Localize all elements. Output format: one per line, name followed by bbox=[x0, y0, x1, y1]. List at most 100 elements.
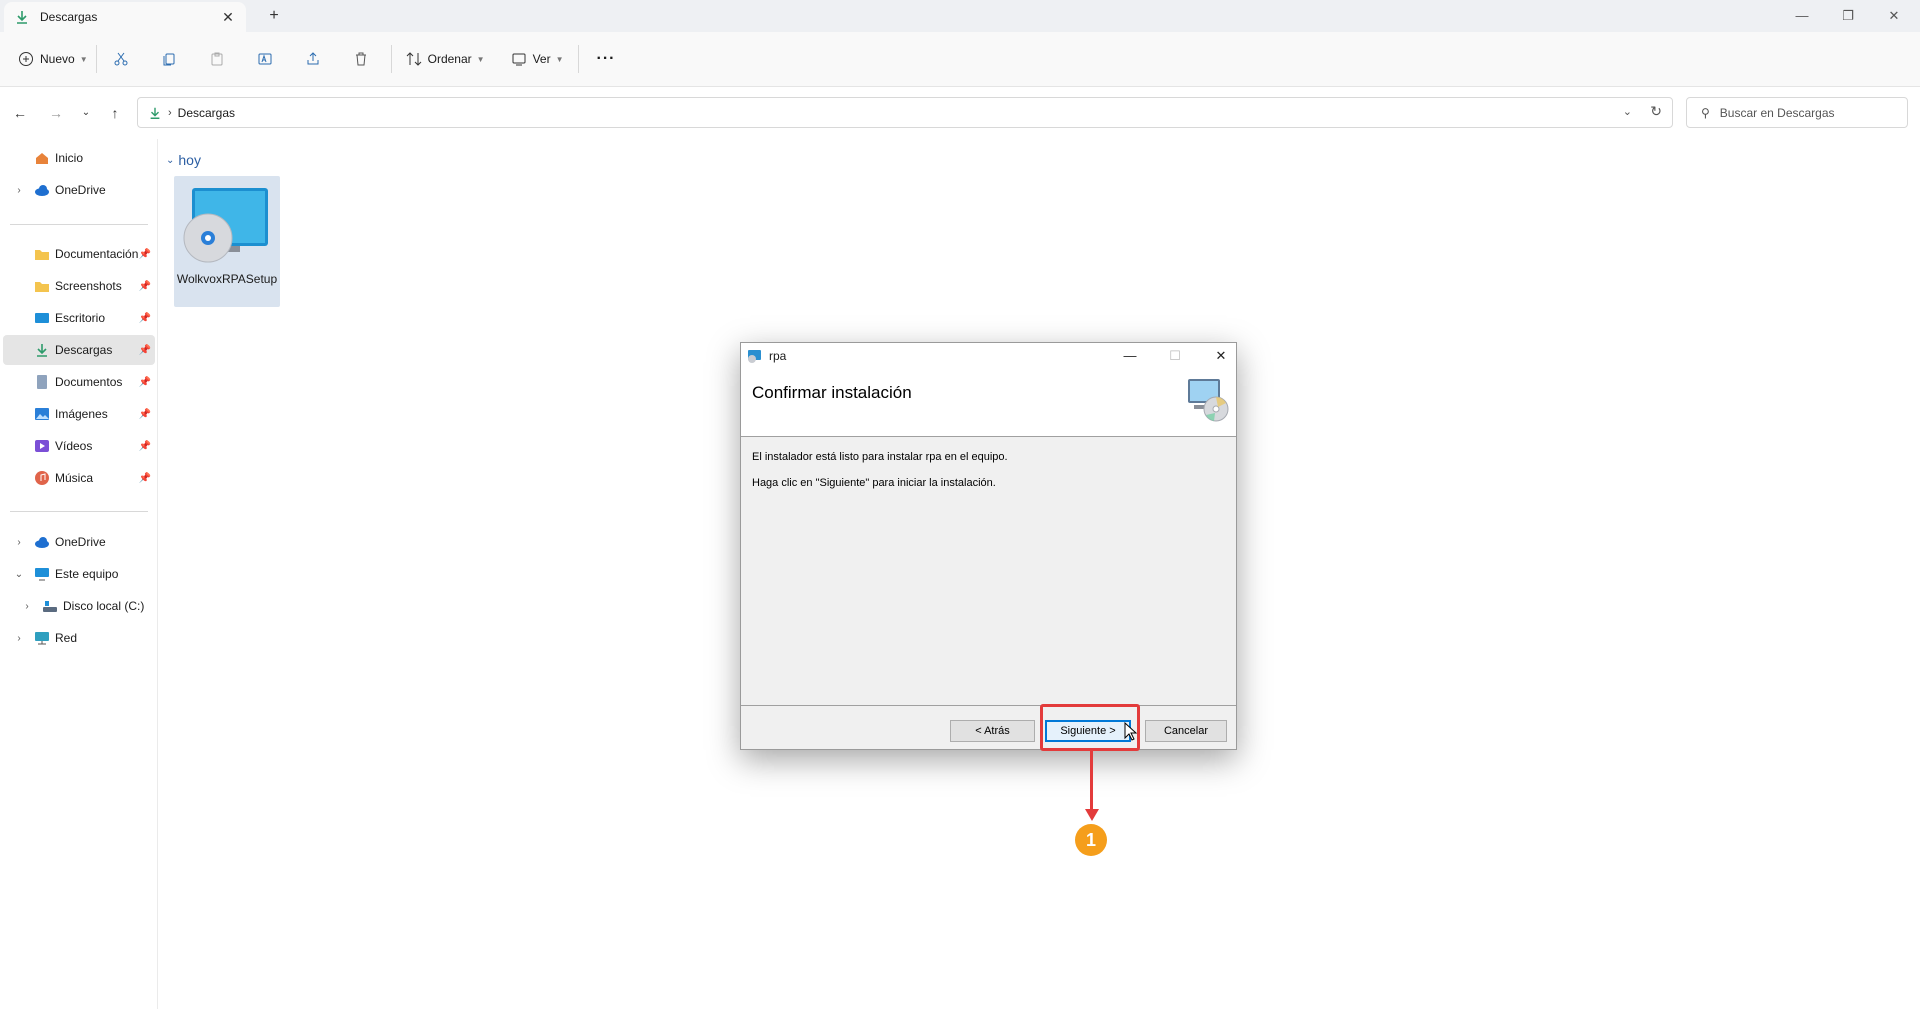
minimize-icon[interactable]: — bbox=[1792, 6, 1812, 26]
sidebar-item-label: Red bbox=[55, 631, 78, 645]
cut-icon[interactable] bbox=[105, 43, 137, 75]
dialog-body: El instalador está listo para instalar r… bbox=[741, 438, 1236, 705]
breadcrumb-separator-icon: › bbox=[168, 106, 172, 119]
pin-icon[interactable]: 📌 bbox=[139, 377, 151, 388]
pin-icon[interactable]: 📌 bbox=[139, 345, 151, 356]
sidebar-item-onedrive[interactable]: › OneDrive bbox=[3, 175, 155, 205]
chevron-down-icon: ▼ bbox=[555, 54, 564, 64]
drive-icon bbox=[43, 601, 57, 612]
breadcrumb-descargas[interactable]: Descargas bbox=[178, 106, 235, 120]
chevron-right-icon[interactable]: › bbox=[21, 601, 33, 612]
sidebar-item-escritorio[interactable]: Escritorio 📌 bbox=[3, 303, 155, 333]
recent-chevron-down-icon[interactable]: ⌄ bbox=[76, 103, 96, 123]
sidebar-item-red[interactable]: › Red bbox=[3, 623, 155, 653]
refresh-icon[interactable]: ↻ bbox=[1650, 103, 1662, 120]
paste-icon[interactable] bbox=[201, 43, 233, 75]
rename-icon[interactable] bbox=[249, 43, 281, 75]
chevron-right-icon[interactable]: › bbox=[13, 633, 25, 644]
sidebar-item-videos[interactable]: Vídeos 📌 bbox=[3, 431, 155, 461]
view-icon bbox=[512, 53, 526, 66]
window-titlebar: Descargas ✕ + — ❐ ✕ bbox=[0, 0, 1920, 32]
sidebar-item-este-equipo[interactable]: ⌄ Este equipo bbox=[3, 559, 155, 589]
restore-icon[interactable]: ❐ bbox=[1838, 6, 1858, 26]
sidebar-item-label: Descargas bbox=[55, 343, 113, 357]
group-header-today[interactable]: ⌄ hoy bbox=[166, 152, 201, 168]
copy-icon[interactable] bbox=[153, 43, 185, 75]
pin-icon[interactable]: 📌 bbox=[139, 249, 151, 260]
tab-descargas[interactable]: Descargas ✕ bbox=[4, 2, 246, 32]
navigation-row: ← → ⌄ ↑ › Descargas ⌄ ↻ ⚲ Buscar en Desc… bbox=[0, 87, 1920, 139]
annotation-arrow bbox=[1090, 751, 1093, 811]
chevron-right-icon[interactable]: › bbox=[13, 185, 25, 196]
forward-arrow-icon[interactable]: → bbox=[46, 103, 66, 123]
view-button[interactable]: Ver ▼ bbox=[511, 43, 564, 75]
computer-disc-icon bbox=[1188, 379, 1229, 422]
maximize-icon[interactable]: ☐ bbox=[1165, 346, 1185, 366]
close-tab-icon[interactable]: ✕ bbox=[220, 9, 236, 25]
download-icon bbox=[150, 107, 160, 119]
sidebar-item-documentacion[interactable]: Documentación 📌 bbox=[3, 239, 155, 269]
pin-icon[interactable]: 📌 bbox=[139, 281, 151, 292]
sidebar-item-label: OneDrive bbox=[55, 535, 106, 549]
network-icon bbox=[35, 632, 49, 645]
sidebar-divider bbox=[10, 511, 148, 512]
new-tab-button[interactable]: + bbox=[264, 6, 284, 26]
search-input[interactable]: ⚲ Buscar en Descargas bbox=[1686, 97, 1908, 128]
address-bar[interactable]: › Descargas ⌄ ↻ bbox=[137, 97, 1673, 128]
sidebar-item-screenshots[interactable]: Screenshots 📌 bbox=[3, 271, 155, 301]
back-button[interactable]: < Atrás bbox=[950, 720, 1035, 742]
download-icon bbox=[17, 11, 27, 24]
back-arrow-icon[interactable]: ← bbox=[10, 103, 30, 123]
sidebar-item-label: Disco local (C:) bbox=[63, 599, 145, 613]
sidebar-item-label: Este equipo bbox=[55, 567, 119, 581]
search-placeholder: Buscar en Descargas bbox=[1719, 105, 1835, 120]
minimize-icon[interactable]: — bbox=[1120, 346, 1140, 366]
up-arrow-icon[interactable]: ↑ bbox=[105, 103, 125, 123]
step-number-badge: 1 bbox=[1075, 824, 1107, 856]
sidebar-item-onedrive-2[interactable]: › OneDrive bbox=[3, 527, 155, 557]
delete-icon[interactable] bbox=[345, 43, 377, 75]
sort-button[interactable]: Ordenar ▼ bbox=[406, 43, 485, 75]
folder-icon bbox=[35, 282, 49, 292]
sidebar-item-label: Inicio bbox=[55, 151, 84, 165]
chevron-down-icon: ▼ bbox=[79, 54, 88, 64]
chevron-down-icon[interactable]: ⌄ bbox=[13, 569, 25, 580]
chevron-right-icon[interactable]: › bbox=[13, 537, 25, 548]
sidebar-item-documentos[interactable]: Documentos 📌 bbox=[3, 367, 155, 397]
home-icon bbox=[36, 153, 48, 164]
pictures-icon bbox=[35, 408, 49, 420]
pin-icon[interactable]: 📌 bbox=[139, 409, 151, 420]
cancel-button[interactable]: Cancelar bbox=[1145, 720, 1227, 742]
file-item-setup[interactable]: WolkvoxRPASetup bbox=[174, 176, 280, 307]
sidebar-item-label: Documentación bbox=[55, 247, 139, 261]
sidebar-item-label: Screenshots bbox=[55, 279, 122, 293]
dialog-header: Confirmar instalación bbox=[741, 369, 1236, 437]
dialog-message-instruction: Haga clic en "Siguiente" para iniciar la… bbox=[752, 477, 996, 489]
close-window-icon[interactable]: ✕ bbox=[1884, 6, 1904, 26]
pin-icon[interactable]: 📌 bbox=[139, 441, 151, 452]
dialog-message-ready: El instalador está listo para instalar r… bbox=[752, 451, 1008, 463]
view-button-label: Ver bbox=[532, 52, 551, 66]
pin-icon[interactable]: 📌 bbox=[139, 313, 151, 324]
sidebar-item-imagenes[interactable]: Imágenes 📌 bbox=[3, 399, 155, 429]
sidebar-item-label: Imágenes bbox=[55, 407, 108, 421]
more-options-button[interactable]: ··· bbox=[597, 43, 616, 75]
sidebar-item-musica[interactable]: Música 📌 bbox=[3, 463, 155, 493]
search-icon: ⚲ bbox=[1701, 105, 1710, 120]
new-button[interactable]: Nuevo ▼ bbox=[18, 43, 88, 75]
close-icon[interactable]: ✕ bbox=[1211, 346, 1231, 366]
address-dropdown-icon[interactable]: ⌄ bbox=[1623, 105, 1632, 118]
share-icon[interactable] bbox=[297, 43, 329, 75]
arrow-head-icon bbox=[1085, 809, 1099, 821]
pin-icon[interactable]: 📌 bbox=[139, 473, 151, 484]
add-circle-icon bbox=[19, 52, 33, 66]
sidebar-item-descargas[interactable]: Descargas 📌 bbox=[3, 335, 155, 365]
sidebar-item-inicio[interactable]: Inicio bbox=[3, 143, 155, 173]
download-icon bbox=[37, 344, 47, 357]
folder-icon bbox=[35, 250, 49, 260]
command-bar: Nuevo ▼ Ordenar ▼ Ver ▼ ··· bbox=[0, 32, 1920, 87]
dialog-heading: Confirmar instalación bbox=[752, 383, 912, 402]
sidebar-item-disco-local[interactable]: › Disco local (C:) bbox=[3, 591, 155, 621]
new-button-label: Nuevo bbox=[40, 52, 75, 66]
videos-icon bbox=[35, 440, 49, 452]
